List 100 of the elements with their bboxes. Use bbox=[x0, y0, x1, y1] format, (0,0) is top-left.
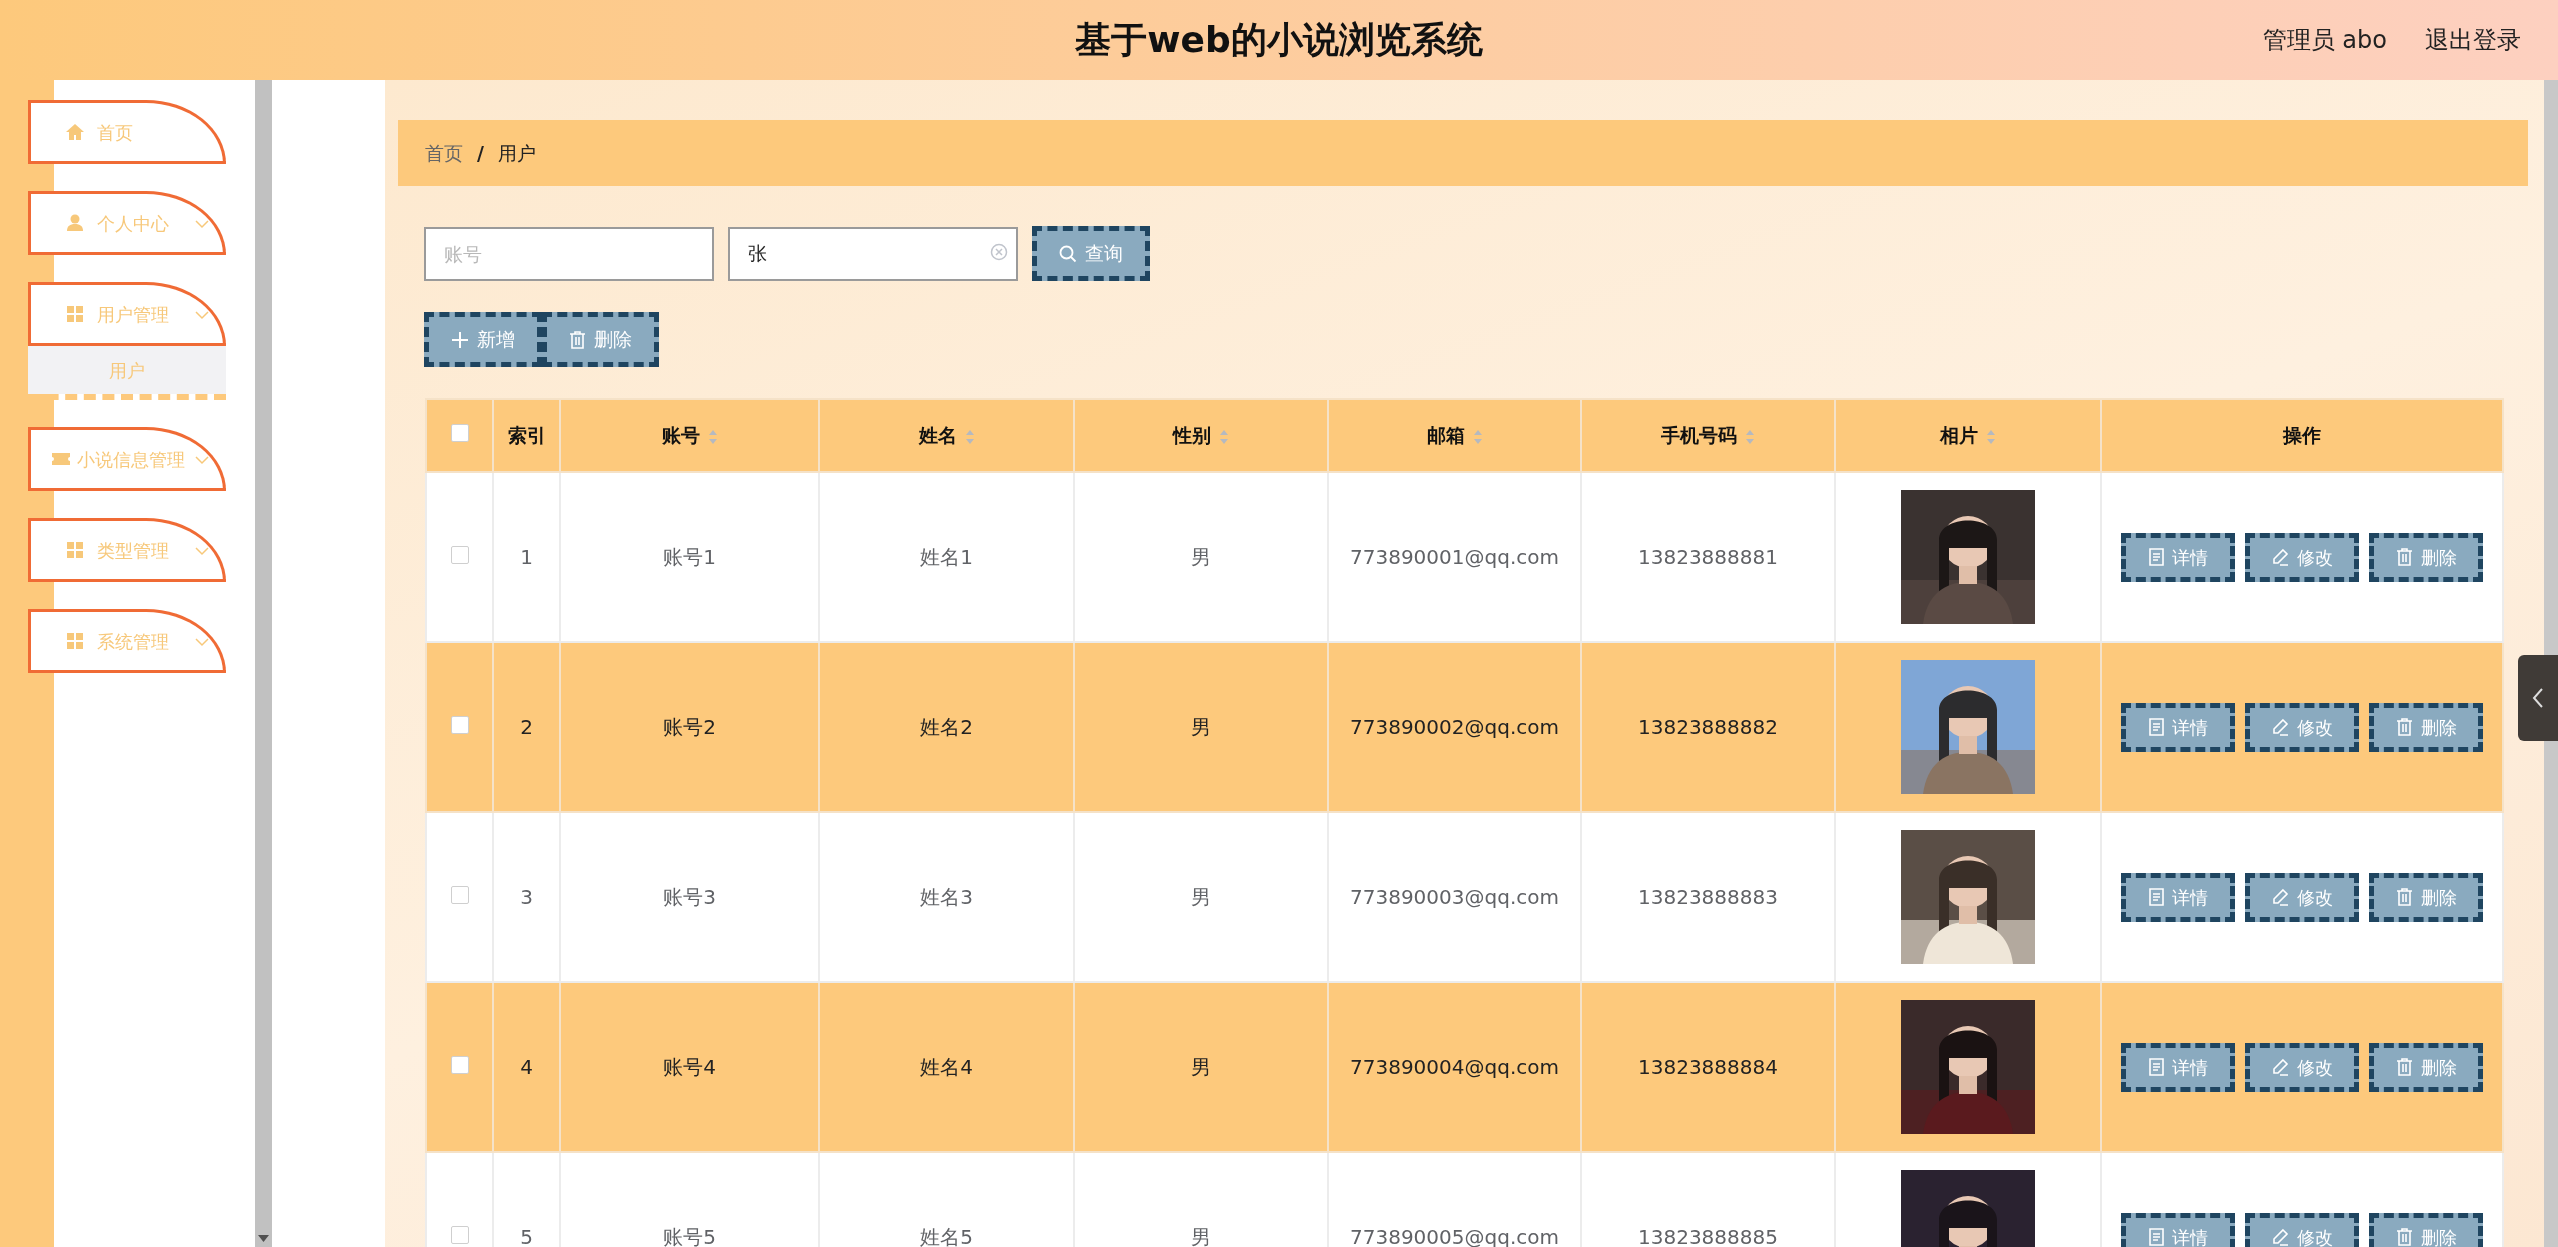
table-cell: 账号5 bbox=[663, 1225, 716, 1247]
table-cell: 13823888882 bbox=[1638, 715, 1778, 739]
column-header: 账号 bbox=[661, 424, 700, 447]
menu-item[interactable]: 首页 bbox=[28, 100, 226, 164]
details-button[interactable]: 详情 bbox=[2121, 872, 2235, 922]
document-icon bbox=[2148, 718, 2164, 736]
checkbox[interactable] bbox=[450, 546, 469, 564]
table-cell: 男 bbox=[1191, 1055, 1211, 1079]
clear-icon[interactable] bbox=[990, 242, 1008, 261]
search-button[interactable]: 查询 bbox=[1032, 226, 1150, 281]
scroll-down-icon[interactable] bbox=[258, 1235, 269, 1243]
menu-item[interactable]: 类型管理 bbox=[28, 518, 226, 582]
table-cell: 5 bbox=[520, 1225, 533, 1247]
edit-button[interactable]: 修改 bbox=[2245, 872, 2359, 922]
table-cell: 男 bbox=[1191, 545, 1211, 569]
sort-icon[interactable] bbox=[1745, 428, 1755, 445]
details-button[interactable]: 详情 bbox=[2121, 1212, 2235, 1247]
trash-icon bbox=[2395, 548, 2413, 566]
breadcrumb-current: 用户 bbox=[497, 140, 536, 166]
sort-icon[interactable] bbox=[1986, 428, 1996, 445]
column-header: 邮箱 bbox=[1426, 424, 1465, 447]
sort-icon[interactable] bbox=[1219, 428, 1229, 445]
trash-icon bbox=[569, 330, 586, 349]
table-cell: 账号2 bbox=[663, 715, 716, 739]
table-cell: 773890004@qq.com bbox=[1350, 1055, 1559, 1079]
column-header: 操作 bbox=[2283, 424, 2321, 447]
details-button[interactable]: 详情 bbox=[2121, 532, 2235, 582]
table-cell: 账号4 bbox=[663, 1055, 716, 1079]
delete-button[interactable]: 删除 bbox=[2369, 872, 2483, 922]
edit-button[interactable]: 修改 bbox=[2245, 532, 2359, 582]
details-button[interactable]: 详情 bbox=[2121, 702, 2235, 752]
sort-icon[interactable] bbox=[1472, 428, 1483, 445]
menu-item[interactable]: 系统管理 bbox=[28, 609, 226, 673]
home-icon bbox=[65, 122, 85, 142]
delete-button[interactable]: 删除 bbox=[2369, 702, 2483, 752]
pencil-icon bbox=[2271, 548, 2289, 566]
column-header: 性别 bbox=[1173, 424, 1211, 447]
table-cell: 3 bbox=[520, 885, 533, 909]
trash-icon bbox=[2395, 1058, 2413, 1076]
delete-button[interactable]: 删除 bbox=[542, 312, 659, 367]
delete-button[interactable]: 删除 bbox=[2369, 532, 2483, 582]
user-label: 管理员 abo bbox=[2262, 25, 2387, 56]
breadcrumb-separator: / bbox=[477, 140, 484, 166]
search-icon bbox=[1059, 244, 1077, 263]
delete-button[interactable]: 删除 bbox=[2369, 1042, 2483, 1092]
checkbox[interactable] bbox=[450, 716, 469, 734]
table-cell: 13823888884 bbox=[1638, 1055, 1778, 1079]
sort-icon[interactable] bbox=[707, 428, 718, 445]
column-header: 姓名 bbox=[918, 424, 957, 447]
logout-link[interactable]: 退出登录 bbox=[2425, 22, 2521, 58]
search-field[interactable]: 张 bbox=[728, 226, 1018, 281]
menu-item[interactable]: 个人中心 bbox=[28, 191, 226, 255]
grid-icon bbox=[65, 540, 85, 560]
table-cell: 姓名1 bbox=[920, 545, 973, 569]
table-cell: 账号1 bbox=[663, 545, 716, 569]
collapse-button[interactable] bbox=[2518, 655, 2558, 741]
checkbox[interactable] bbox=[450, 424, 469, 443]
trash-icon bbox=[2395, 888, 2413, 906]
details-button[interactable]: 详情 bbox=[2121, 1042, 2235, 1092]
trash-icon bbox=[2395, 1228, 2413, 1246]
table-cell: 男 bbox=[1191, 715, 1211, 739]
table-cell: 1 bbox=[520, 545, 533, 569]
app-title: 基于web的小说浏览系统 bbox=[1075, 18, 1483, 62]
pencil-icon bbox=[2271, 1058, 2289, 1076]
edit-button[interactable]: 修改 bbox=[2245, 702, 2359, 752]
breadcrumb-link[interactable]: 首页 bbox=[425, 138, 463, 168]
add-button[interactable]: 新增 bbox=[424, 312, 542, 367]
chevron-down-icon bbox=[195, 547, 209, 556]
table-cell: 13823888881 bbox=[1638, 545, 1778, 569]
search-field[interactable]: 账号 bbox=[424, 226, 714, 281]
table-cell: 男 bbox=[1191, 1225, 1211, 1247]
submenu-item[interactable]: 用户 bbox=[28, 346, 226, 394]
table-cell: 13823888883 bbox=[1638, 885, 1778, 909]
table-cell: 姓名5 bbox=[920, 1225, 973, 1247]
pencil-icon bbox=[2271, 718, 2289, 736]
table-cell: 13823888885 bbox=[1638, 1225, 1778, 1247]
plus-icon bbox=[451, 330, 469, 349]
grid-icon bbox=[65, 304, 85, 324]
document-icon bbox=[2148, 548, 2164, 566]
chevron-down-icon bbox=[195, 311, 209, 320]
menu-item[interactable]: 小说信息管理 bbox=[28, 427, 226, 491]
checkbox[interactable] bbox=[450, 1056, 469, 1074]
table-cell: 姓名3 bbox=[920, 885, 973, 909]
table-cell: 773890003@qq.com bbox=[1350, 885, 1559, 909]
document-icon bbox=[2148, 1058, 2164, 1076]
document-icon bbox=[2148, 1228, 2164, 1246]
sort-icon[interactable] bbox=[964, 428, 975, 445]
trash-icon bbox=[2395, 718, 2413, 736]
checkbox[interactable] bbox=[450, 886, 469, 904]
grid-icon bbox=[65, 631, 85, 651]
edit-button[interactable]: 修改 bbox=[2245, 1042, 2359, 1092]
menu-item[interactable]: 用户管理 bbox=[28, 282, 226, 346]
table-cell: 773890001@qq.com bbox=[1350, 545, 1559, 569]
checkbox[interactable] bbox=[450, 1226, 469, 1244]
chevron-down-icon bbox=[195, 456, 209, 465]
edit-button[interactable]: 修改 bbox=[2245, 1212, 2359, 1247]
pencil-icon bbox=[2271, 1228, 2289, 1246]
delete-button[interactable]: 删除 bbox=[2369, 1212, 2483, 1247]
table-cell: 773890002@qq.com bbox=[1350, 715, 1559, 739]
table-cell: 姓名4 bbox=[920, 1055, 973, 1079]
